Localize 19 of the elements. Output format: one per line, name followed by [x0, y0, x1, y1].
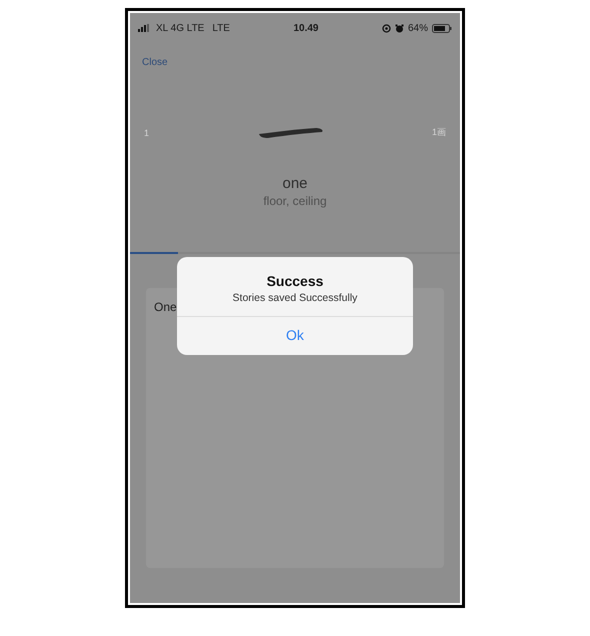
character-number: 1: [144, 128, 150, 138]
clock-time: 10.49: [293, 22, 318, 34]
character-meaning: one: [282, 175, 308, 192]
alarm-icon: [395, 24, 404, 32]
network-label: LTE: [212, 22, 230, 34]
battery-percent: 64%: [408, 22, 428, 34]
story-text: One: [154, 300, 177, 314]
ok-button[interactable]: Ok: [177, 317, 413, 355]
alert-title: Success: [266, 273, 324, 289]
battery-icon: [432, 24, 452, 32]
character-gloss: floor, ceiling: [263, 194, 327, 208]
close-link[interactable]: Close: [142, 57, 168, 68]
alert-message: Stories saved Successfully: [232, 292, 358, 304]
carrier-label: XL 4G LTE: [156, 22, 204, 34]
stroke-count: 1画: [432, 126, 446, 139]
signal-icon: [138, 24, 152, 32]
rotation-lock-icon: [382, 24, 391, 32]
tab-indicator: [130, 252, 178, 254]
brush-stroke-drawing: [258, 126, 324, 138]
